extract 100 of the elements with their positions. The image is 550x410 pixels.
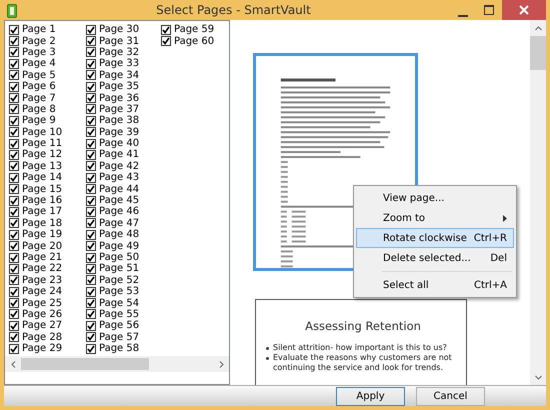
checkbox[interactable] <box>86 172 96 183</box>
checkbox[interactable] <box>9 70 19 80</box>
window-title: Select Pages - SmartVault <box>155 2 312 19</box>
menu-item[interactable]: View page... <box>356 188 514 208</box>
checkbox[interactable] <box>86 344 96 354</box>
checkbox[interactable] <box>86 82 96 92</box>
checkbox[interactable] <box>86 47 96 58</box>
checkbox[interactable] <box>86 241 96 252</box>
horizontal-scrollbar[interactable] <box>5 356 229 372</box>
checkbox[interactable] <box>9 286 19 297</box>
checkbox[interactable] <box>9 344 19 354</box>
checkbox[interactable] <box>86 309 96 320</box>
checkbox-label: Page 34 <box>99 70 140 81</box>
checkbox-label: Page 24 <box>22 286 62 298</box>
checkbox[interactable] <box>86 116 96 126</box>
checkbox[interactable] <box>86 150 96 160</box>
checkbox[interactable] <box>9 218 19 228</box>
checkbox[interactable] <box>86 252 96 262</box>
checkbox[interactable] <box>86 70 96 80</box>
checkbox[interactable] <box>9 196 19 206</box>
checkbox[interactable] <box>9 332 19 342</box>
checkbox-label: Page 29 <box>22 343 62 354</box>
checkbox[interactable] <box>86 320 96 331</box>
checkbox-label: Page 16 <box>22 195 62 206</box>
checkbox-label: Page 27 <box>22 320 62 332</box>
checkbox[interactable] <box>86 275 96 286</box>
checkbox-label: Page 25 <box>22 298 62 309</box>
checkbox[interactable] <box>9 161 19 172</box>
checkbox[interactable] <box>86 230 96 240</box>
checkbox[interactable] <box>161 24 171 35</box>
checkbox[interactable] <box>86 24 96 35</box>
close-button[interactable] <box>502 0 546 20</box>
checkbox[interactable] <box>86 184 96 194</box>
checkbox[interactable] <box>86 264 96 274</box>
checkbox[interactable] <box>86 104 96 114</box>
scroll-down-icon[interactable] <box>534 374 542 380</box>
checkbox-label: Page 7 <box>22 92 56 104</box>
checkbox-label: Page 8 <box>22 104 56 115</box>
checkbox[interactable] <box>86 286 96 297</box>
checkbox[interactable] <box>9 24 19 35</box>
checkbox[interactable] <box>86 127 96 138</box>
checkbox-label: Page 47 <box>99 218 140 229</box>
checkbox-label: Page 4 <box>22 58 56 70</box>
checkbox[interactable] <box>9 320 19 331</box>
checkbox[interactable] <box>9 184 19 194</box>
checkbox-label: Page 38 <box>99 115 140 126</box>
checkbox[interactable] <box>9 104 19 114</box>
checkbox-label: Page 10 <box>22 126 62 138</box>
checkbox[interactable] <box>9 116 19 126</box>
scroll-left-icon[interactable] <box>10 360 16 368</box>
checkbox[interactable] <box>9 230 19 240</box>
checkbox[interactable] <box>9 58 19 69</box>
checkbox[interactable] <box>86 36 96 46</box>
scroll-right-icon[interactable] <box>218 360 224 368</box>
checkbox-label: Page 1 <box>22 24 56 36</box>
menu-item[interactable]: Delete selected... Del <box>356 248 514 268</box>
menu-item[interactable]: Rotate clockwise Ctrl+R <box>356 228 514 248</box>
checkbox-label: Page 33 <box>99 58 140 70</box>
dialog-button[interactable]: Cancel <box>416 386 485 406</box>
checkbox[interactable] <box>9 241 19 252</box>
checkbox[interactable] <box>9 252 19 262</box>
checkbox[interactable] <box>86 206 96 217</box>
checkbox-label: Page 49 <box>99 240 140 252</box>
checkbox[interactable] <box>9 36 19 46</box>
checkbox-label: Page 57 <box>99 332 140 343</box>
checkbox[interactable] <box>9 298 19 308</box>
checkbox-label: Page 23 <box>22 274 62 286</box>
checkbox[interactable] <box>9 47 19 58</box>
menu-item[interactable]: Select all Ctrl+A <box>356 275 514 295</box>
vertical-scrollbar[interactable] <box>530 20 546 385</box>
checkbox-label: Page 30 <box>99 24 140 36</box>
checkbox[interactable] <box>9 264 19 274</box>
checkbox[interactable] <box>161 36 171 46</box>
checkbox-label: Page 48 <box>99 229 140 240</box>
checkbox[interactable] <box>86 196 96 206</box>
checkbox[interactable] <box>9 275 19 286</box>
checkbox[interactable] <box>9 309 19 320</box>
scroll-up-icon[interactable] <box>534 26 542 30</box>
checkbox[interactable] <box>9 82 19 92</box>
scrollbar-thumb[interactable] <box>530 36 546 70</box>
menu-item[interactable]: Zoom to <box>356 208 514 228</box>
checkbox[interactable] <box>86 298 96 308</box>
checkbox[interactable] <box>86 58 96 69</box>
checkbox[interactable] <box>86 93 96 104</box>
checkbox-label: Page 9 <box>22 115 56 126</box>
slide-thumbnail[interactable]: Assessing Retention Silent attrition- how important is this to us? Evaluate the reasons why customers are not continuing the service and look for trends. <box>255 299 467 385</box>
checkbox[interactable] <box>9 93 19 104</box>
minimize-icon <box>458 15 468 17</box>
checkbox[interactable] <box>9 127 19 138</box>
checkbox[interactable] <box>9 150 19 160</box>
checkbox[interactable] <box>86 138 96 149</box>
checkbox[interactable] <box>9 172 19 183</box>
checkbox[interactable] <box>9 206 19 217</box>
checkbox-label: Page 36 <box>99 92 140 104</box>
checkbox[interactable] <box>9 138 19 149</box>
checkbox[interactable] <box>86 218 96 228</box>
dialog-button[interactable]: Apply <box>336 386 405 406</box>
checkbox[interactable] <box>86 332 96 342</box>
checkbox[interactable] <box>86 161 96 172</box>
scrollbar-thumb[interactable] <box>21 358 149 370</box>
